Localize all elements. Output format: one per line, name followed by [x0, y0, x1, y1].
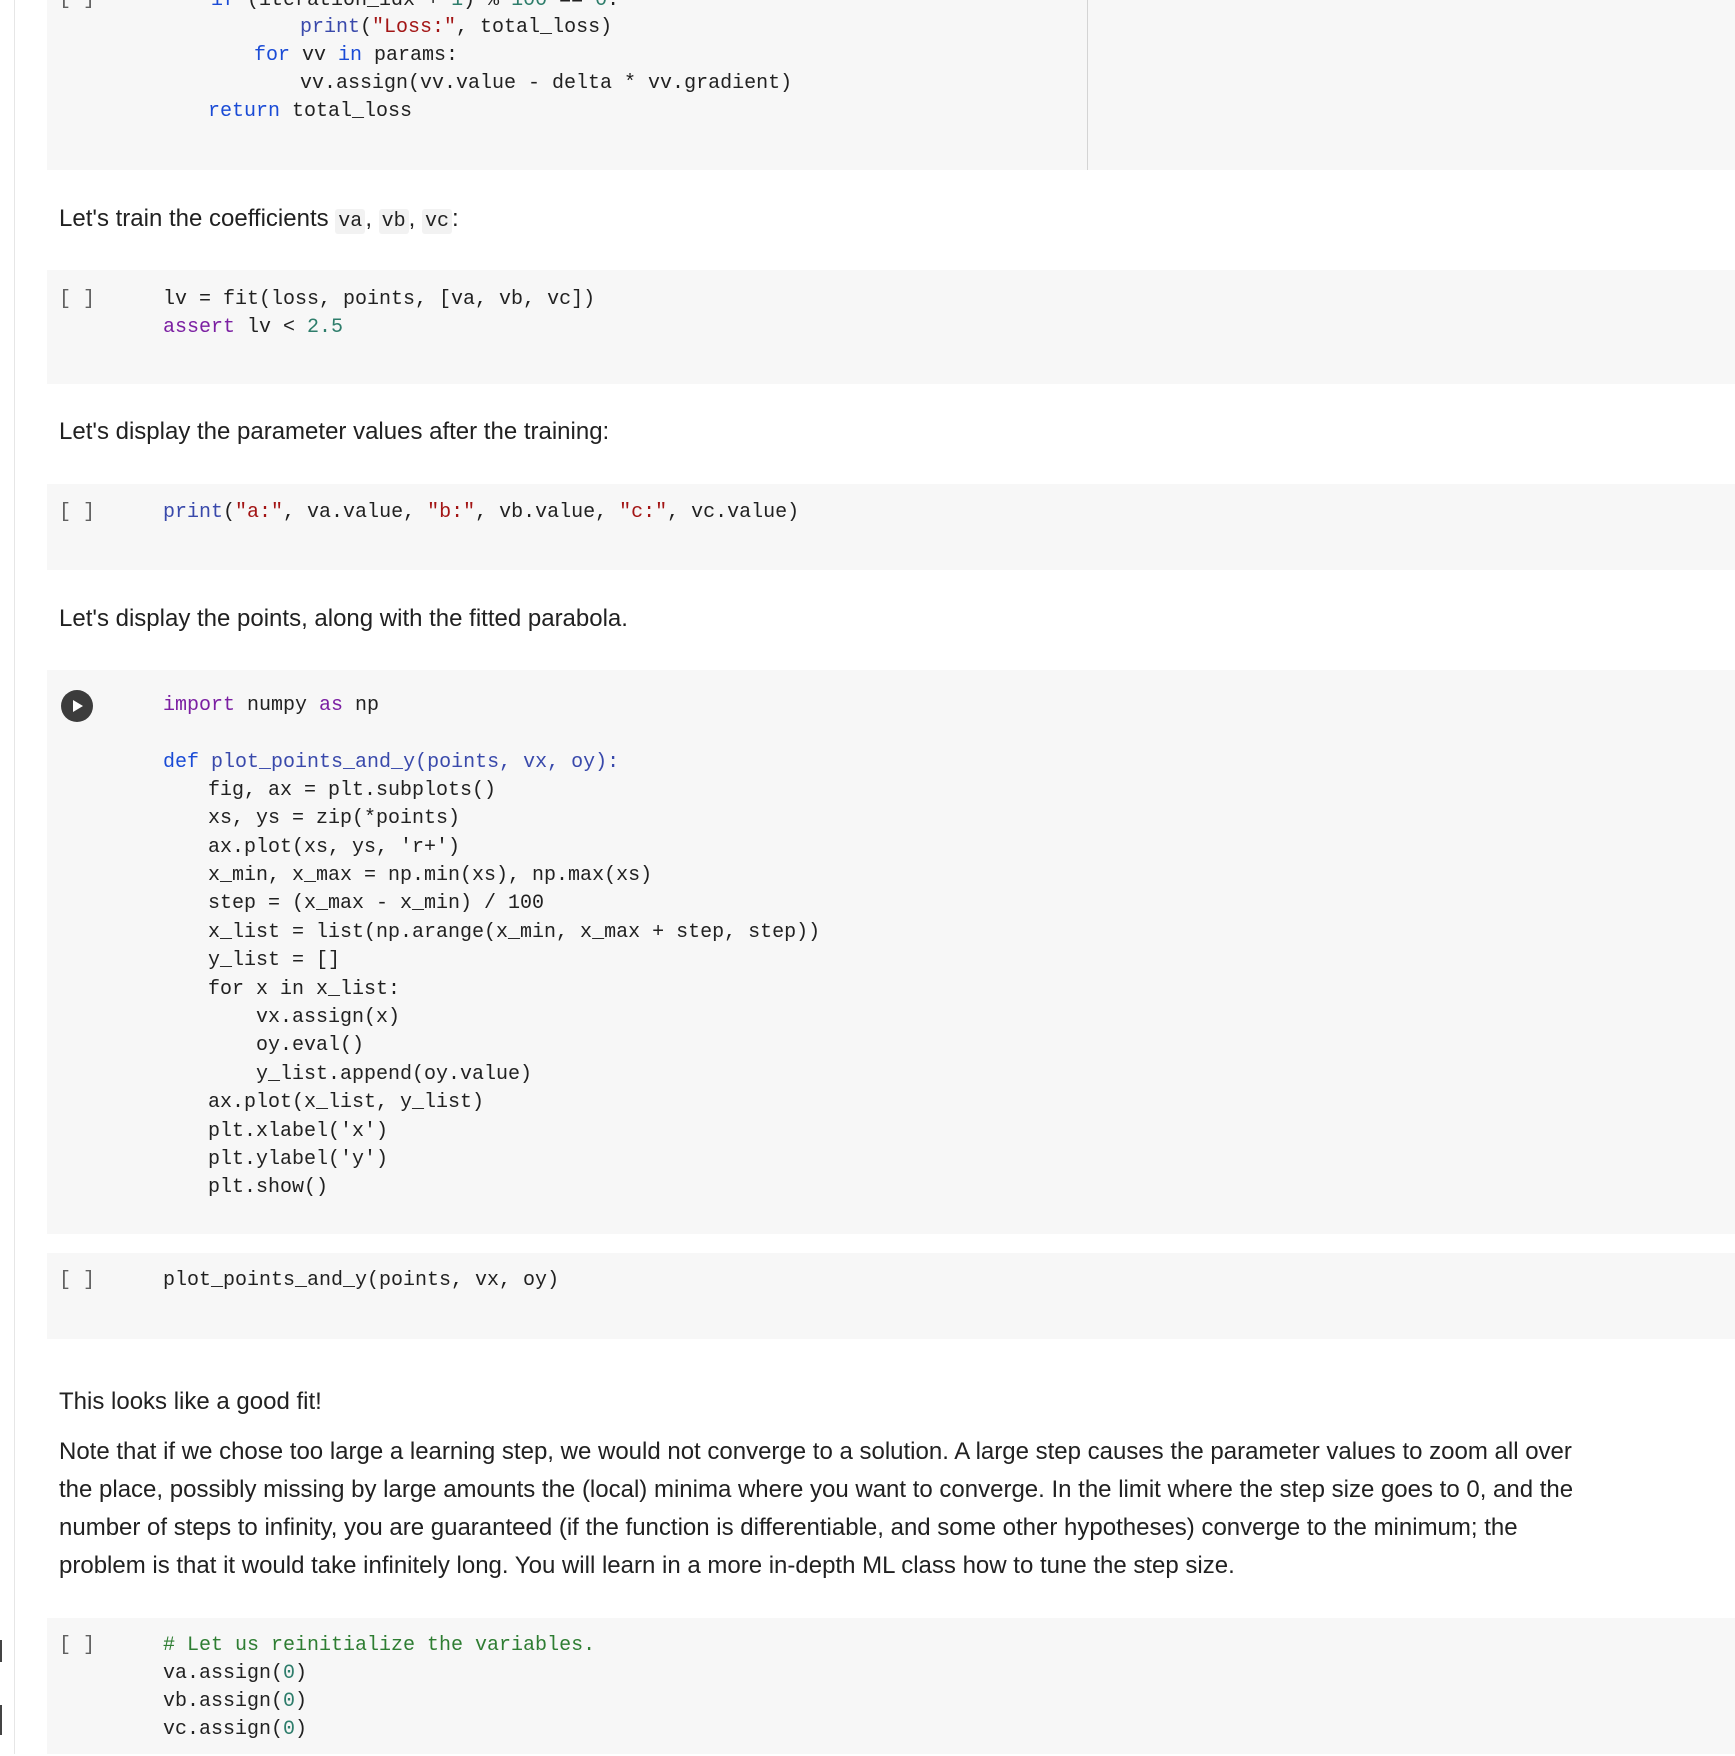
cell-bracket[interactable]: [ ] [59, 1267, 95, 1295]
train-text: Let's train the coefficients va, vb, vc: [59, 205, 459, 234]
text-cell-points: Let's display the points, along with the… [59, 600, 1579, 638]
code-line: step = (x_max - x_min) / 100 [208, 892, 545, 915]
code-line: print("Loss:", total_loss) [300, 16, 613, 39]
code-line: vx.assign(x) [208, 1006, 401, 1029]
cell-bracket[interactable]: [ ] [59, 499, 95, 527]
inline-code-vc: vc [422, 209, 453, 234]
code-cell-plot-def[interactable]: import numpy as np def plot_points_and_y… [47, 670, 1735, 1234]
run-cell-button[interactable] [61, 690, 93, 722]
code-cell-train[interactable]: [ ] lv = fit(loss, points, [va, vb, vc])… [47, 270, 1735, 384]
code-line: plt.ylabel('y') [208, 1148, 389, 1171]
code-line: x_min, x_max = np.min(xs), np.max(xs) [208, 864, 653, 887]
code-line: vv.assign(vv.value - delta * vv.gradient… [300, 72, 793, 95]
code-line: lv = fit(loss, points, [va, vb, vc]) [163, 288, 596, 311]
code-line: plt.xlabel('x') [208, 1120, 389, 1143]
text-cell-note: This looks like a good fit! Note that if… [59, 1383, 1589, 1585]
code-line: ax.plot(xs, ys, 'r+') [208, 836, 461, 859]
good-fit-text: This looks like a good fit! [59, 1388, 322, 1415]
code-line: def plot_points_and_y(points, vx, oy): [163, 751, 620, 774]
code-line: fig, ax = plt.subplots() [208, 779, 497, 802]
play-icon [73, 700, 83, 712]
scroll-edge-mark [0, 1640, 2, 1662]
scroll-edge-mark [0, 1705, 2, 1735]
code-line: y_list.append(oy.value) [208, 1063, 533, 1086]
code-line: y_list = [] [208, 949, 341, 972]
code-cell-print[interactable]: [ ] print("a:", va.value, "b:", vb.value… [47, 484, 1735, 570]
code-line: for x in x_list: [208, 978, 401, 1001]
inline-code-vb: vb [378, 209, 409, 234]
notebook-left-gutter [14, 0, 15, 1754]
text-cell-display: Let's display the parameter values after… [59, 413, 1579, 451]
note-text: Note that if we chose too large a learni… [59, 1438, 1574, 1579]
cell-divider [1087, 0, 1088, 170]
code-line: if (iteration_idx + 1) % 100 == 0: [211, 0, 620, 12]
code-comment: # Let us reinitialize the variables. [163, 1634, 596, 1657]
text-cell-train: Let's train the coefficients va, vb, vc: [59, 200, 1579, 241]
code-cell-fit[interactable]: [ ] if (iteration_idx + 1) % 100 == 0: p… [47, 0, 1735, 170]
code-line: vb.assign(0) [163, 1690, 308, 1713]
code-cell-reinit[interactable]: [ ] # Let us reinitialize the variables.… [47, 1618, 1735, 1754]
code-cell-plot-call[interactable]: [ ] plot_points_and_y(points, vx, oy) [47, 1253, 1735, 1339]
code-line: x_list = list(np.arange(x_min, x_max + s… [208, 921, 821, 944]
code-line: plt.show() [208, 1176, 329, 1199]
code-line: ax.plot(x_list, y_list) [208, 1091, 485, 1114]
code-line: for vv in params: [254, 44, 459, 67]
code-line: assert lv < 2.5 [163, 316, 344, 339]
inline-code-va: va [335, 209, 366, 234]
code-line: import numpy as np [163, 694, 380, 717]
cell-bracket[interactable]: [ ] [59, 0, 95, 14]
code-line: plot_points_and_y(points, vx, oy) [163, 1269, 560, 1292]
code-line: print("a:", va.value, "b:", vb.value, "c… [163, 501, 800, 524]
code-line: vc.assign(0) [163, 1718, 308, 1741]
points-text: Let's display the points, along with the… [59, 605, 628, 632]
cell-bracket[interactable]: [ ] [59, 1632, 95, 1660]
code-line: return total_loss [208, 100, 413, 123]
cell-bracket[interactable]: [ ] [59, 286, 95, 314]
display-text: Let's display the parameter values after… [59, 418, 610, 445]
code-line: va.assign(0) [163, 1662, 308, 1685]
code-line: oy.eval() [208, 1034, 365, 1057]
code-line: xs, ys = zip(*points) [208, 807, 461, 830]
